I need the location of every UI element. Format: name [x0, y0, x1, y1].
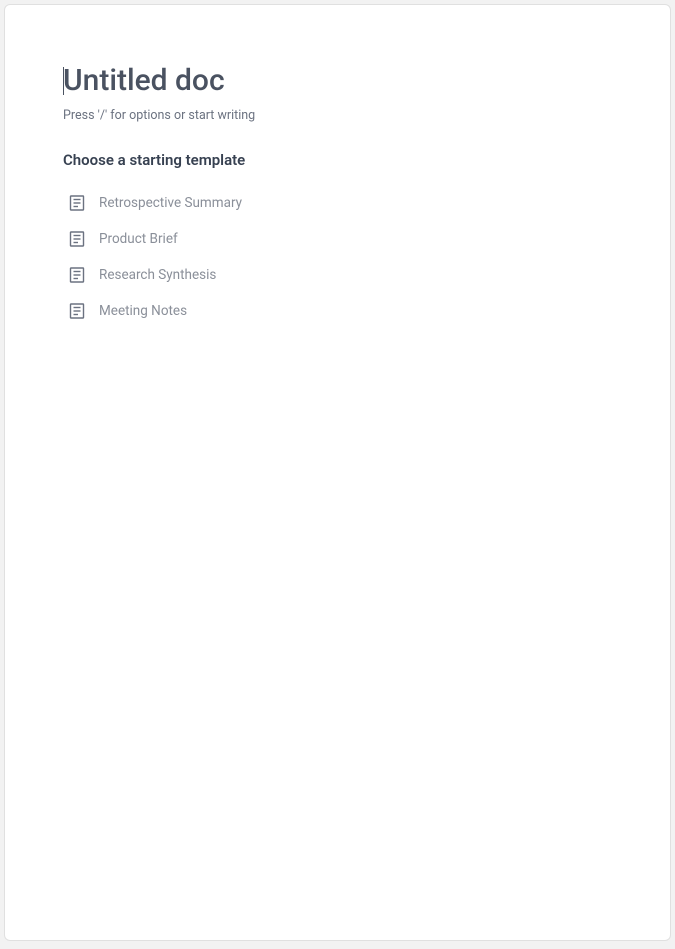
templates-heading: Choose a starting template	[63, 151, 612, 169]
document-page: Untitled doc Press '/' for options or st…	[4, 4, 671, 941]
template-item-product-brief[interactable]: Product Brief	[69, 221, 612, 257]
document-title-input[interactable]: Untitled doc	[63, 63, 225, 98]
template-list: Retrospective Summary Product Brief	[63, 185, 612, 329]
document-icon	[69, 267, 85, 283]
document-icon	[69, 195, 85, 211]
document-icon	[69, 303, 85, 319]
template-item-retrospective-summary[interactable]: Retrospective Summary	[69, 185, 612, 221]
template-item-label: Meeting Notes	[99, 303, 187, 319]
document-icon	[69, 231, 85, 247]
template-item-label: Product Brief	[99, 231, 178, 247]
template-item-label: Retrospective Summary	[99, 195, 242, 211]
template-item-meeting-notes[interactable]: Meeting Notes	[69, 293, 612, 329]
editor-hint-text: Press '/' for options or start writing	[63, 108, 612, 123]
template-item-label: Research Synthesis	[99, 267, 216, 283]
template-item-research-synthesis[interactable]: Research Synthesis	[69, 257, 612, 293]
